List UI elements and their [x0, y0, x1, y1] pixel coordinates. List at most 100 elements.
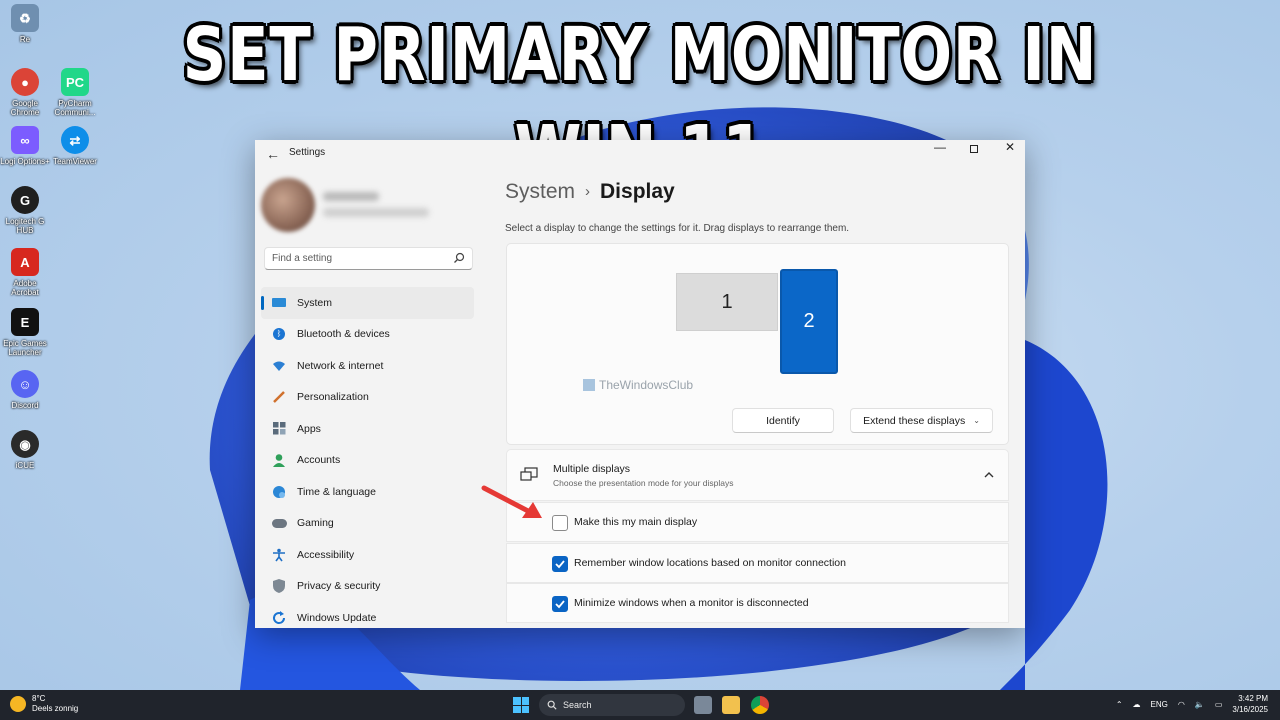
recycle-bin-icon: ♻: [11, 4, 39, 32]
logitech-ghub-icon: G: [11, 186, 39, 214]
nav-item-bluetooth[interactable]: ᛒ Bluetooth & devices: [261, 319, 474, 351]
system-tray: ⌃ ☁ ENG ◠ 🔈 ▭ 3:42 PM 3/16/2025: [1116, 693, 1268, 715]
page-title: Display: [600, 180, 675, 203]
minimize-button[interactable]: —: [922, 140, 958, 166]
minimize-windows-checkbox[interactable]: [552, 596, 568, 612]
window-title: Settings: [289, 147, 326, 158]
desktop-icon-label: Google Chrome: [10, 99, 40, 117]
checkmark-icon: [555, 560, 565, 569]
breadcrumb-system[interactable]: System: [505, 180, 575, 203]
desktop-icon-label: Discord: [11, 401, 39, 410]
volume-icon[interactable]: 🔈: [1195, 700, 1205, 709]
accessibility-icon: [271, 547, 287, 563]
nav-item-system[interactable]: System: [261, 287, 474, 319]
nav-item-windows-update[interactable]: Windows Update: [261, 602, 474, 628]
nav-item-label: Windows Update: [297, 611, 377, 624]
desktop-icon-label: TeamViewer: [53, 157, 97, 166]
logi-options-icon: ∞: [11, 126, 39, 154]
apps-icon: [271, 421, 287, 437]
nav-item-label: Accessibility: [297, 548, 355, 561]
nav-item-accounts[interactable]: Accounts: [261, 445, 474, 477]
partly-sunny-icon: [10, 696, 26, 712]
chrome-taskbar-icon[interactable]: [751, 696, 769, 714]
option-label: Minimize windows when a monitor is disco…: [574, 597, 809, 609]
desktop-icon-chrome[interactable]: ● Google Chrome: [0, 68, 50, 117]
chevron-down-icon: ⌄: [973, 416, 980, 425]
monitor-1-tile[interactable]: 1: [676, 273, 778, 331]
nav-item-label: Network & internet: [297, 359, 384, 372]
language-indicator[interactable]: ENG: [1151, 700, 1168, 709]
desktop-icon-logitech-ghub[interactable]: G Logitech G HUB: [0, 186, 50, 235]
identify-label: Identify: [766, 414, 800, 427]
nav-item-accessibility[interactable]: Accessibility: [261, 539, 474, 571]
monitor-number: 2: [803, 310, 815, 332]
remember-locations-checkbox[interactable]: [552, 556, 568, 572]
maximize-button[interactable]: [956, 142, 992, 168]
multiple-displays-subtitle: Choose the presentation mode for your di…: [553, 478, 734, 488]
identify-button[interactable]: Identify: [732, 408, 834, 433]
clock-date: 3/16/2025: [1232, 705, 1268, 714]
windows-logo-icon: [513, 697, 521, 705]
blurred-user-email: [323, 208, 429, 217]
weather-condition: Deels zonnig: [32, 704, 79, 713]
nav-item-network[interactable]: Network & internet: [261, 350, 474, 382]
task-view-icon[interactable]: [694, 696, 712, 714]
multiple-displays-title: Multiple displays: [553, 463, 631, 475]
desktop-icon-epic-games[interactable]: E Epic Games Launcher: [0, 308, 50, 357]
avatar: [261, 178, 315, 232]
red-arrow-annotation: [481, 485, 542, 518]
multiple-displays-header[interactable]: Multiple displays Choose the presentatio…: [506, 449, 1009, 501]
discord-icon: ☺: [11, 370, 39, 398]
chevron-up-icon[interactable]: [982, 468, 996, 482]
globe-clock-icon: [271, 484, 287, 500]
battery-icon[interactable]: ▭: [1215, 700, 1223, 709]
nav-item-personalization[interactable]: Personalization: [261, 382, 474, 414]
monitor-number: 1: [721, 290, 733, 313]
nav-item-time-language[interactable]: Time & language: [261, 476, 474, 508]
display-mode-value: Extend these displays: [863, 414, 966, 427]
user-profile[interactable]: [261, 178, 491, 234]
search-field[interactable]: Find a setting: [264, 247, 473, 270]
option-label: Remember window locations based on monit…: [574, 557, 846, 569]
nav-item-gaming[interactable]: Gaming: [261, 508, 474, 540]
nav-item-apps[interactable]: Apps: [261, 413, 474, 445]
clock[interactable]: 3:42 PM 3/16/2025: [1232, 693, 1268, 715]
nav-item-label: Apps: [297, 422, 321, 435]
main-display-checkbox[interactable]: [552, 515, 568, 531]
option-remember-locations: Remember window locations based on monit…: [506, 543, 1009, 583]
desktop-icon-recycle-bin[interactable]: ♻ Re: [0, 4, 50, 44]
epic-games-icon: E: [11, 308, 39, 336]
file-explorer-icon[interactable]: [722, 696, 740, 714]
watermark-text: TheWindowsClub: [599, 378, 694, 392]
taskbar-search[interactable]: Search: [539, 694, 685, 716]
onedrive-icon[interactable]: ☁: [1133, 700, 1141, 709]
monitor-2-tile[interactable]: 2: [780, 269, 838, 374]
desktop-icon-label: Logitech G HUB: [5, 217, 45, 235]
option-label: Make this my main display: [574, 516, 698, 528]
desktop-icon-icue[interactable]: ◉ iCUE: [0, 430, 50, 470]
breadcrumb-separator: ›: [585, 183, 591, 200]
icue-icon: ◉: [11, 430, 39, 458]
nav-item-label: Accounts: [297, 454, 341, 467]
chevron-up-icon[interactable]: ⌃: [1116, 700, 1123, 709]
nav-item-privacy-security[interactable]: Privacy & security: [261, 571, 474, 603]
nav-item-label: Privacy & security: [297, 580, 381, 593]
wifi-icon[interactable]: ◠: [1178, 700, 1185, 709]
back-button[interactable]: ←: [261, 144, 285, 164]
display-mode-dropdown[interactable]: Extend these displays ⌄: [850, 408, 993, 433]
desktop-icon-pycharm[interactable]: PC PyCharm Communi...: [50, 68, 100, 117]
close-button[interactable]: ✕: [992, 140, 1025, 166]
desktop-icon-acrobat[interactable]: A Adobe Acrobat: [0, 248, 50, 297]
desktop-icon-label: Logi Options+: [0, 157, 50, 166]
desktop-icon-logi-options[interactable]: ∞ Logi Options+: [0, 126, 50, 166]
desktop-icon-discord[interactable]: ☺ Discord: [0, 370, 50, 410]
weather-widget[interactable]: 8°C Deels zonnig: [10, 694, 78, 714]
brush-icon: [271, 389, 287, 405]
nav-item-label: Gaming: [297, 517, 334, 530]
search-icon: [454, 252, 465, 263]
desktop-icon-teamviewer[interactable]: ⇄ TeamViewer: [50, 126, 100, 166]
checkmark-icon: [555, 600, 565, 609]
start-button[interactable]: [513, 697, 529, 713]
maximize-icon: [970, 145, 978, 153]
update-icon: [271, 610, 287, 626]
